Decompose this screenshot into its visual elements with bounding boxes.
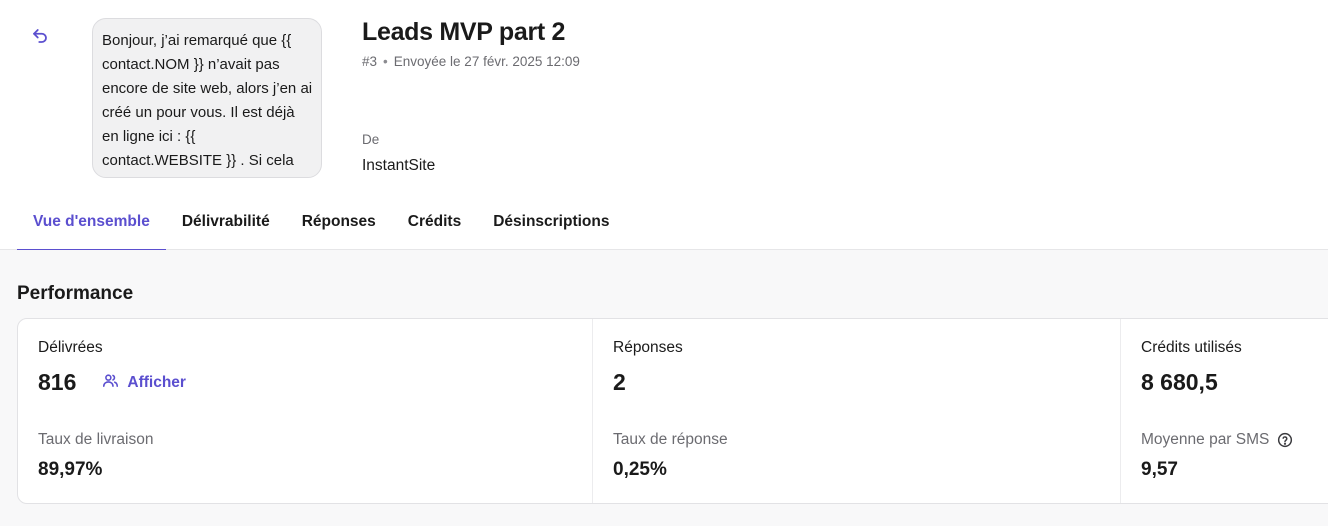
meta-separator: • (383, 54, 388, 69)
delivered-value: 816 (38, 369, 77, 395)
overview-content: Performance Délivrées 816 Afficher Taux … (0, 250, 1328, 526)
help-circle-icon[interactable] (1277, 432, 1293, 448)
campaign-tabs: Vue d'ensemble Délivrabilité Réponses Cr… (0, 200, 1328, 251)
back-button[interactable] (28, 26, 52, 50)
show-recipients-link[interactable]: Afficher (102, 372, 186, 394)
delivered-metric: Délivrées 816 Afficher Taux de livraison… (18, 319, 593, 503)
avg-per-sms-label: Moyenne par SMS (1141, 431, 1270, 448)
message-preview-bubble[interactable]: Bonjour, j’ai remarqué que {{ contact.NO… (92, 18, 322, 178)
replies-label: Réponses (613, 339, 683, 356)
performance-card: Délivrées 816 Afficher Taux de livraison… (17, 318, 1328, 504)
avg-per-sms-row: Moyenne par SMS (1141, 431, 1293, 449)
tab-unsubscriptions[interactable]: Désinscriptions (477, 200, 625, 250)
message-preview-text: Bonjour, j’ai remarqué que {{ contact.NO… (102, 32, 313, 177)
show-recipients-label: Afficher (127, 373, 186, 391)
campaign-meta: #3 • Envoyée le 27 févr. 2025 12:09 (362, 54, 580, 69)
tab-replies[interactable]: Réponses (286, 200, 392, 250)
tab-overview[interactable]: Vue d'ensemble (17, 200, 166, 251)
from-value: InstantSite (362, 157, 436, 174)
reply-rate-label: Taux de réponse (613, 431, 728, 448)
credits-metric: Crédits utilisés 8 680,5 Moyenne par SMS… (1121, 319, 1328, 503)
delivered-value-row: 816 Afficher (38, 369, 186, 396)
undo-arrow-icon (31, 27, 49, 50)
performance-title: Performance (17, 283, 134, 304)
avg-per-sms-value: 9,57 (1141, 459, 1178, 480)
users-icon (102, 372, 119, 394)
from-label: De (362, 132, 380, 147)
sent-date: Envoyée le 27 févr. 2025 12:09 (393, 54, 580, 69)
reply-rate-value: 0,25% (613, 459, 667, 480)
campaign-number: #3 (362, 54, 378, 69)
tab-credits[interactable]: Crédits (392, 200, 477, 250)
delivery-rate-label: Taux de livraison (38, 431, 154, 448)
delivery-rate-value: 89,97% (38, 459, 103, 480)
delivered-label: Délivrées (38, 339, 103, 356)
tab-deliverability[interactable]: Délivrabilité (166, 200, 286, 250)
campaign-header: Bonjour, j’ai remarqué que {{ contact.NO… (0, 0, 1328, 200)
replies-metric: Réponses 2 Taux de réponse 0,25% (593, 319, 1121, 503)
credits-label: Crédits utilisés (1141, 339, 1242, 356)
credits-value: 8 680,5 (1141, 369, 1218, 395)
replies-value: 2 (613, 369, 626, 395)
campaign-title: Leads MVP part 2 (362, 18, 566, 46)
